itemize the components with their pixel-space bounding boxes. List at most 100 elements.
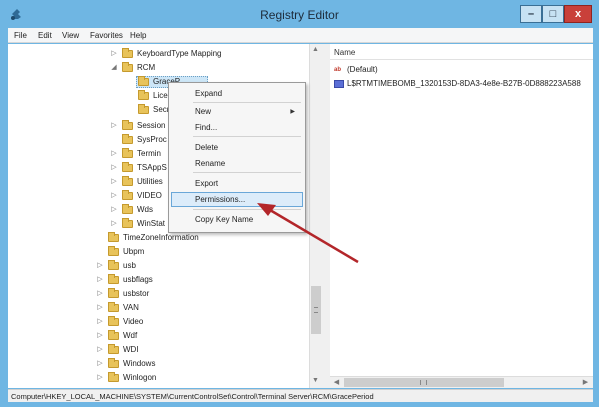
folder-icon	[122, 120, 133, 130]
expand-icon[interactable]: ▷	[96, 317, 104, 327]
context-menu-find[interactable]: Find...	[195, 123, 217, 132]
menu-bar: File Edit View Favorites Help	[8, 28, 593, 43]
close-button[interactable]: x	[564, 5, 592, 23]
window-title: Registry Editor	[260, 8, 339, 22]
expand-icon[interactable]: ▷	[96, 275, 104, 285]
expand-icon[interactable]: ▷	[96, 331, 104, 341]
column-header-name[interactable]: Name	[334, 48, 355, 57]
tree-item[interactable]: ▷ Video	[96, 316, 316, 328]
scroll-down-arrow-icon[interactable]: ▼	[310, 376, 321, 386]
tree-item-label: usbflags	[123, 275, 153, 284]
scroll-right-arrow-icon[interactable]: ▶	[580, 378, 591, 388]
expand-icon[interactable]: ▷	[110, 121, 118, 131]
expand-icon[interactable]: ▷	[110, 149, 118, 159]
expand-icon[interactable]: ▷	[96, 303, 104, 313]
tree-item[interactable]: TimeZoneInformation	[96, 232, 316, 244]
context-menu-delete[interactable]: Delete	[195, 143, 218, 152]
folder-icon	[108, 316, 119, 326]
menu-edit[interactable]: Edit	[38, 31, 52, 40]
maximize-button[interactable]: □	[542, 5, 564, 23]
tree-item-label: KeyboardType Mapping	[137, 49, 222, 58]
expand-icon[interactable]: ▷	[110, 163, 118, 173]
context-menu-new-label: New	[195, 107, 212, 116]
submenu-arrow-icon: ▶	[290, 109, 295, 115]
scroll-left-arrow-icon[interactable]: ◀	[331, 378, 342, 388]
folder-icon	[122, 218, 133, 228]
tree-item[interactable]: ◢ RCM	[110, 62, 320, 74]
context-menu-export[interactable]: Export	[195, 179, 218, 188]
expand-icon[interactable]: ▷	[110, 49, 118, 59]
context-menu-copy-key-name[interactable]: Copy Key Name	[195, 215, 253, 224]
folder-icon	[108, 358, 119, 368]
key-path: Computer\HKEY_LOCAL_MACHINE\SYSTEM\Curre…	[11, 392, 374, 401]
expand-icon[interactable]: ▷	[110, 205, 118, 215]
expand-icon[interactable]: ▷	[96, 373, 104, 383]
menu-view[interactable]: View	[62, 31, 79, 40]
folder-icon	[122, 48, 133, 58]
tree-item[interactable]: ▷ Winlogon	[96, 372, 316, 384]
scroll-up-arrow-icon[interactable]: ▲	[310, 45, 321, 55]
tree-item[interactable]: ▷ Windows	[96, 358, 316, 370]
menu-help[interactable]: Help	[130, 31, 146, 40]
menu-file[interactable]: File	[14, 31, 27, 40]
tree-item[interactable]: ▷ WDI	[96, 344, 316, 356]
list-item[interactable]: L$RTMTIMEBOMB_1320153D-8DA3-4e8e-B27B-0D…	[334, 78, 593, 90]
value-name: (Default)	[347, 65, 378, 74]
menu-favorites[interactable]: Favorites	[90, 31, 123, 40]
tree-item-label: Ubpm	[123, 247, 145, 256]
tree-item[interactable]: ▷ KeyboardType Mapping	[110, 48, 320, 60]
menu-separator	[193, 209, 301, 210]
string-value-icon: ab	[334, 67, 342, 73]
list-item[interactable]: ab (Default)	[334, 64, 589, 76]
menu-separator	[193, 172, 301, 173]
tree-item[interactable]: ▷ Wdf	[96, 330, 316, 342]
expand-icon[interactable]: ▷	[96, 359, 104, 369]
tree-item-label: Lice	[153, 91, 168, 100]
tree-item-label: Video	[123, 317, 144, 326]
tree-item[interactable]: ▷ usb	[96, 260, 316, 272]
minimize-button[interactable]: –	[520, 5, 542, 23]
values-horizontal-scrollbar[interactable]: ◀ ▶	[330, 376, 593, 388]
tree-item[interactable]: ▷ usbflags	[96, 274, 316, 286]
context-menu-rename[interactable]: Rename	[195, 159, 225, 168]
tree-item[interactable]: ▷ VAN	[96, 302, 316, 314]
grip-icon	[420, 380, 427, 385]
folder-icon	[122, 162, 133, 172]
context-menu-new[interactable]: New ▶	[195, 107, 303, 116]
tree-item-label: WDI	[123, 345, 139, 354]
context-menu: Expand New ▶ Find... Delete Rename Expor…	[168, 82, 306, 233]
expand-icon[interactable]: ▷	[110, 177, 118, 187]
status-bar: Computer\HKEY_LOCAL_MACHINE\SYSTEM\Curre…	[8, 389, 593, 402]
title-bar[interactable]: Registry Editor – □ x	[0, 0, 599, 28]
values-list-pane[interactable]: Name ab (Default) L$RTMTIMEBOMB_1320153D…	[330, 44, 593, 388]
scrollbar-thumb[interactable]	[311, 286, 321, 334]
folder-icon	[108, 274, 119, 284]
folder-icon	[122, 134, 133, 144]
folder-icon	[108, 344, 119, 354]
collapse-icon[interactable]: ◢	[110, 63, 118, 73]
expand-icon[interactable]: ▷	[96, 289, 104, 299]
context-menu-permissions[interactable]: Permissions...	[195, 195, 245, 204]
list-header: Name	[330, 44, 593, 60]
tree-item[interactable]: ▷ usbstor	[96, 288, 316, 300]
value-name: L$RTMTIMEBOMB_1320153D-8DA3-4e8e-B27B-0D…	[347, 79, 581, 88]
folder-icon	[122, 62, 133, 72]
tree-item-label: Session	[137, 121, 166, 130]
tree-item-label: RCM	[137, 63, 156, 72]
tree-item[interactable]: Ubpm	[96, 246, 316, 258]
grip-icon	[314, 307, 318, 313]
folder-icon	[108, 330, 119, 340]
tree-item-label: TSAppS	[137, 163, 167, 172]
scrollbar-thumb[interactable]	[344, 378, 504, 387]
expand-icon[interactable]: ▷	[110, 191, 118, 201]
tree-vertical-scrollbar[interactable]: ▲ ▼	[309, 44, 322, 388]
expand-icon[interactable]: ▷	[110, 219, 118, 229]
menu-separator	[193, 136, 301, 137]
expand-icon[interactable]: ▷	[96, 261, 104, 271]
context-menu-expand[interactable]: Expand	[195, 89, 222, 98]
folder-icon	[108, 372, 119, 382]
pane-splitter[interactable]	[322, 44, 330, 388]
open-folder-icon	[138, 76, 149, 86]
tree-item-label: Wdf	[123, 331, 138, 340]
expand-icon[interactable]: ▷	[96, 345, 104, 355]
